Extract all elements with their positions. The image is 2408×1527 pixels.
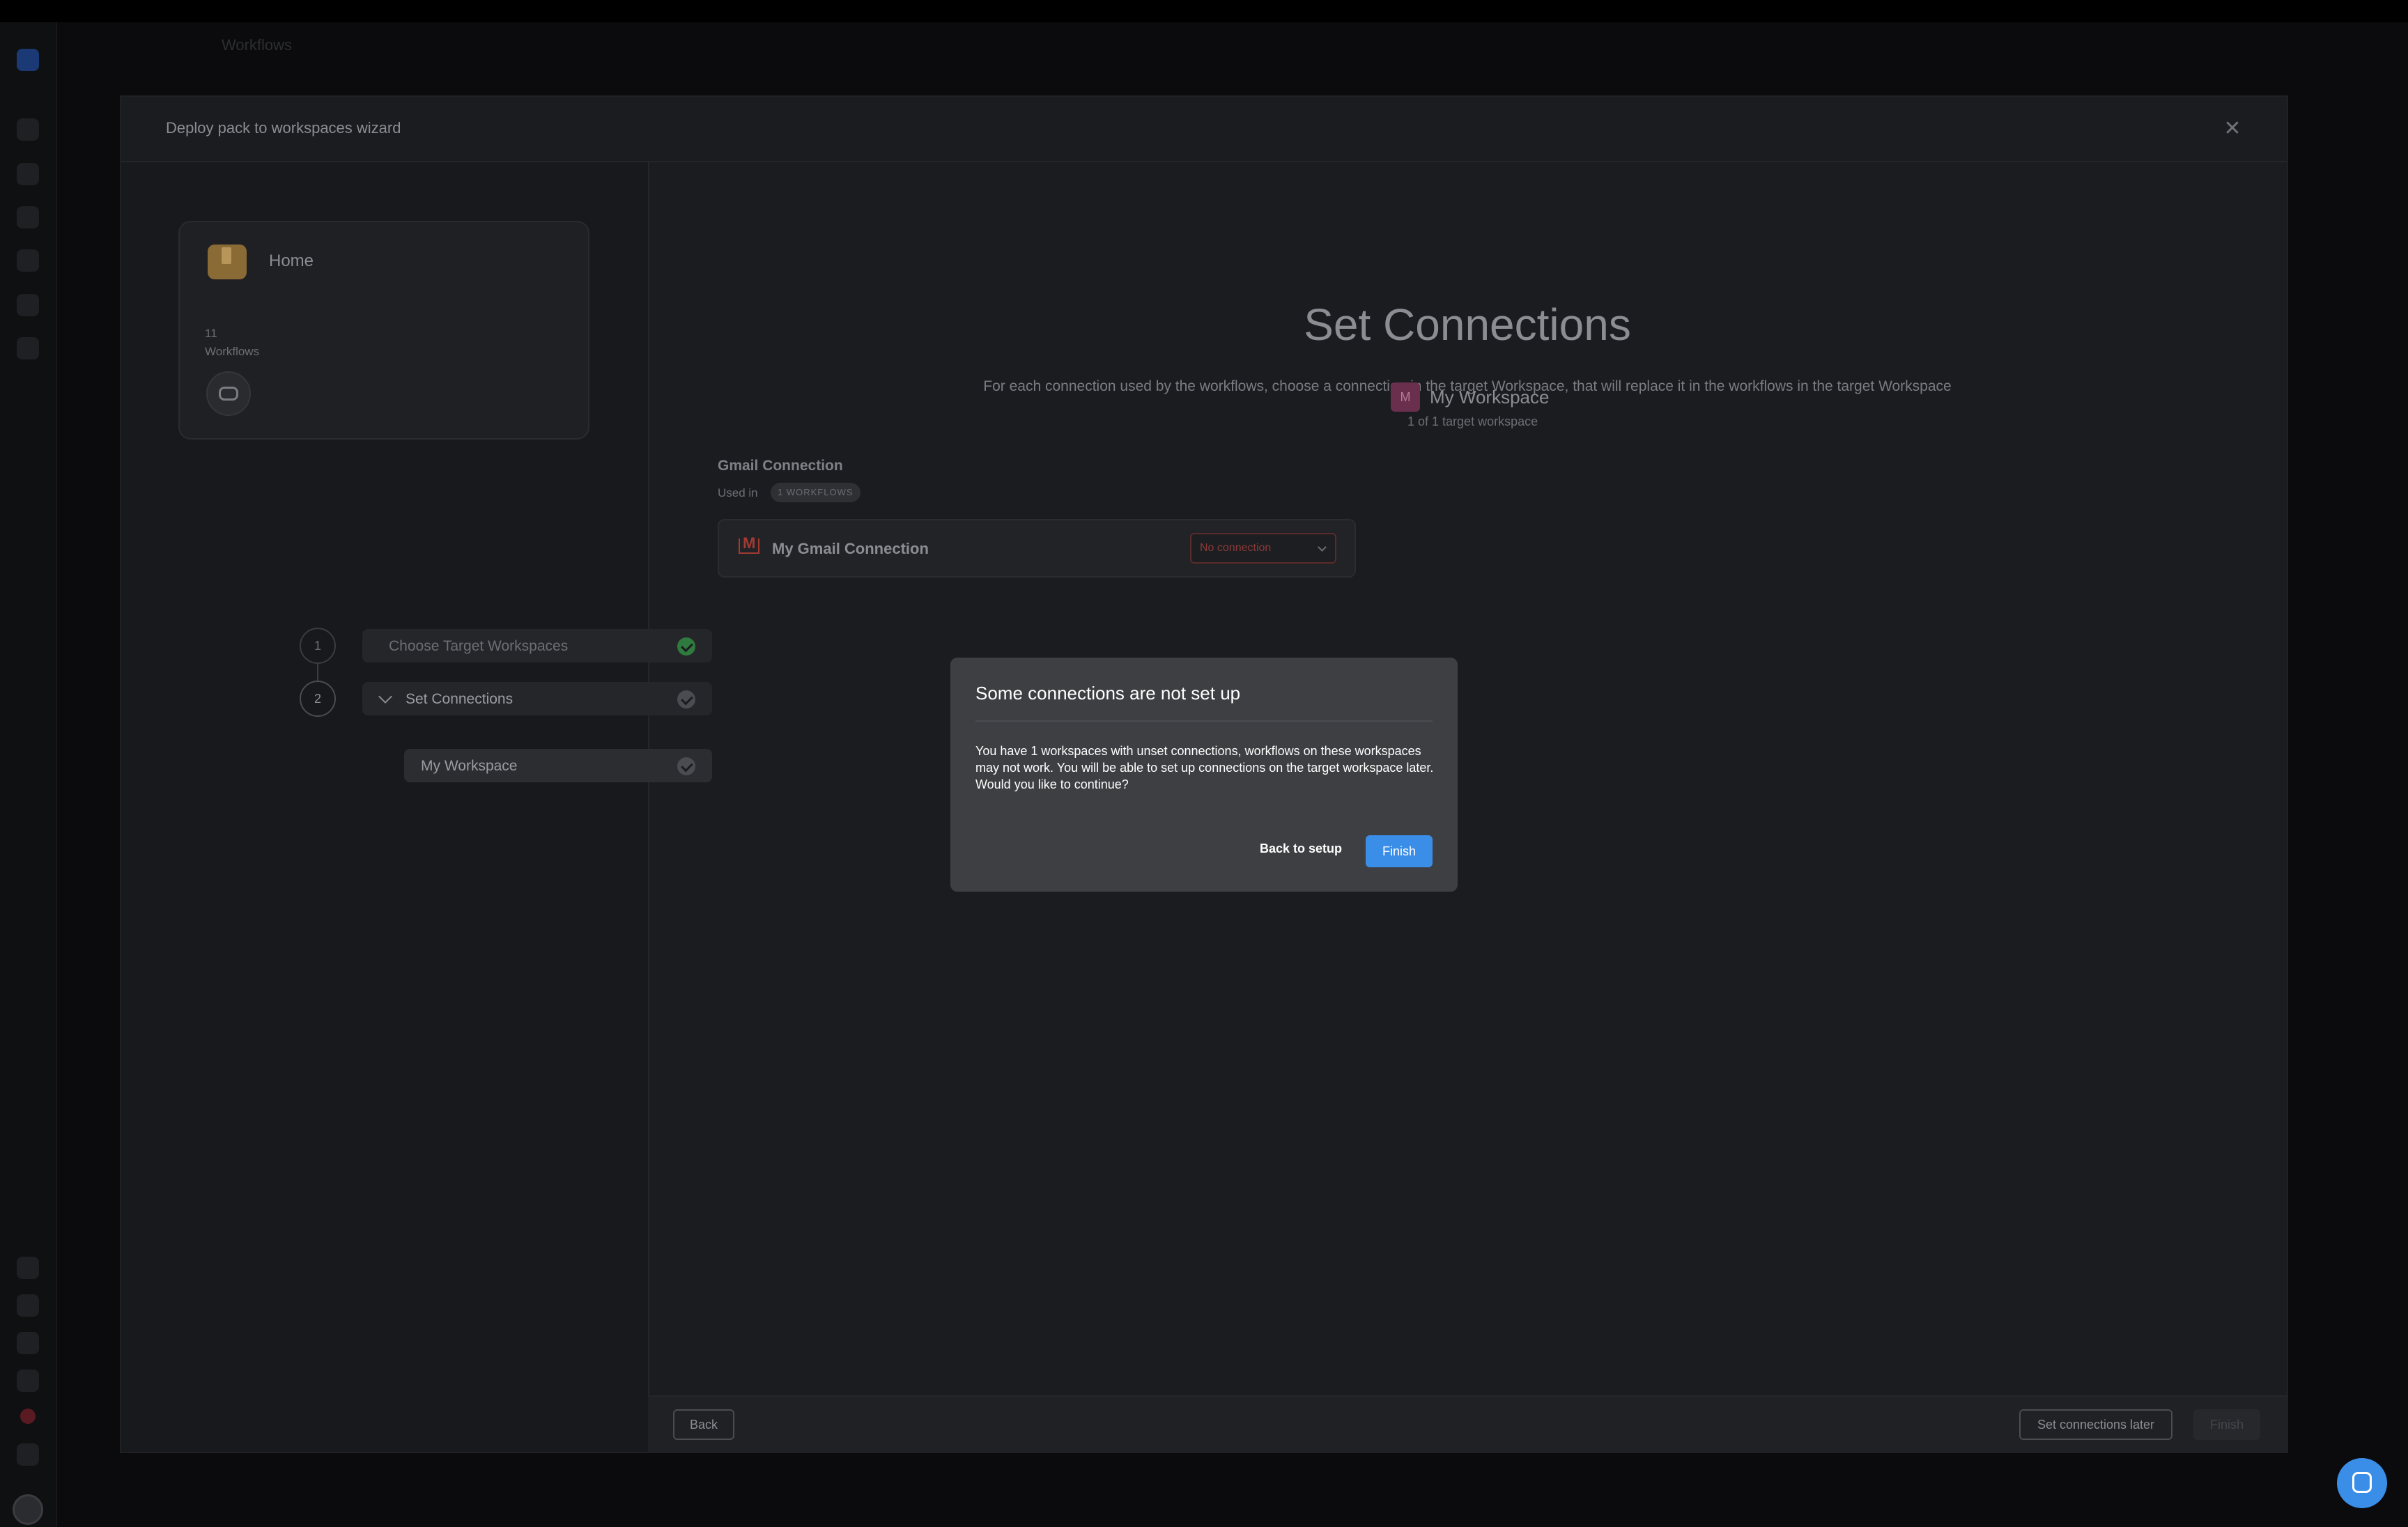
connection-group-title: Gmail Connection [718, 458, 843, 474]
users-icon[interactable] [17, 1294, 39, 1317]
dialog-body: You have 1 workspaces with unset connect… [975, 744, 1434, 791]
close-icon[interactable]: ✕ [2218, 115, 2246, 143]
connection-select[interactable]: No connection [1190, 533, 1336, 564]
file-icon[interactable] [17, 1370, 39, 1392]
step-connector [317, 664, 318, 681]
gmail-icon [739, 534, 759, 554]
chevron-down-icon [1318, 543, 1327, 552]
back-to-setup-button[interactable]: Back to setup [1260, 842, 1342, 856]
pack-name: Home [269, 251, 314, 270]
calendar-icon[interactable] [17, 206, 39, 228]
workflow-count-label: Workflows [205, 345, 260, 358]
info-icon[interactable] [17, 1443, 39, 1466]
user-avatar[interactable] [13, 1494, 43, 1525]
help-icon[interactable] [17, 1257, 39, 1279]
wizard-header: Deploy pack to workspaces wizard ✕ [121, 97, 2287, 162]
finish-button-disabled[interactable]: Finish [2193, 1409, 2260, 1440]
wizard-title: Deploy pack to workspaces wizard [166, 119, 401, 137]
set-connections-title: Set Connections [1304, 300, 1631, 350]
app-sidebar [0, 22, 57, 1527]
workflows-icon[interactable] [17, 163, 39, 185]
step-label: Choose Target Workspaces [389, 638, 569, 654]
chevron-down-icon [378, 690, 392, 704]
select-value: No connection [1200, 542, 1272, 554]
workspace-avatar: M [1391, 382, 1420, 412]
workspace-progress: 1 of 1 target workspace [1407, 414, 1538, 428]
pack-card: Home 11 Workflows [178, 221, 589, 440]
dialog-divider [975, 720, 1433, 722]
connection-row: My Gmail Connection No connection [718, 519, 1356, 578]
brand-logo-icon[interactable] [17, 49, 39, 71]
document-icon[interactable] [17, 294, 39, 316]
chat-support-icon[interactable] [2337, 1458, 2387, 1508]
substep-label: My Workspace [421, 758, 518, 774]
step-label: Set Connections [406, 691, 514, 707]
workflows-tag[interactable]: 1 WORKFLOWS [771, 483, 860, 502]
bot-icon [206, 371, 251, 416]
wizard-steps-panel: Home 11 Workflows 1 2 Choose Target Work… [121, 162, 712, 1452]
step-1-number: 1 [300, 628, 336, 664]
set-connections-later-button[interactable]: Set connections later [2019, 1409, 2172, 1440]
workspace-name: My Workspace [1430, 387, 1550, 408]
workflow-count: 11 [205, 327, 217, 340]
pack-icon [208, 245, 247, 279]
globe-icon[interactable] [17, 249, 39, 272]
back-button[interactable]: Back [673, 1409, 734, 1440]
step-2-number: 2 [300, 681, 336, 717]
unset-connections-dialog: Some connections are not set up You have… [950, 658, 1458, 892]
page-title: Workflows [222, 36, 293, 54]
dialog-finish-button[interactable]: Finish [1366, 835, 1433, 867]
top-bar [0, 0, 2408, 22]
dialog-title: Some connections are not set up [975, 683, 1241, 704]
book-icon[interactable] [17, 1332, 39, 1354]
wizard-footer: Back Set connections later Finish [648, 1395, 2287, 1453]
wizard-main-panel: Set Connections For each connection used… [648, 162, 2287, 1453]
home-icon[interactable] [17, 118, 39, 141]
notification-icon[interactable] [20, 1409, 36, 1424]
settings-icon[interactable] [17, 337, 39, 359]
used-in-label: Used in [718, 486, 758, 499]
connection-name: My Gmail Connection [772, 540, 929, 557]
